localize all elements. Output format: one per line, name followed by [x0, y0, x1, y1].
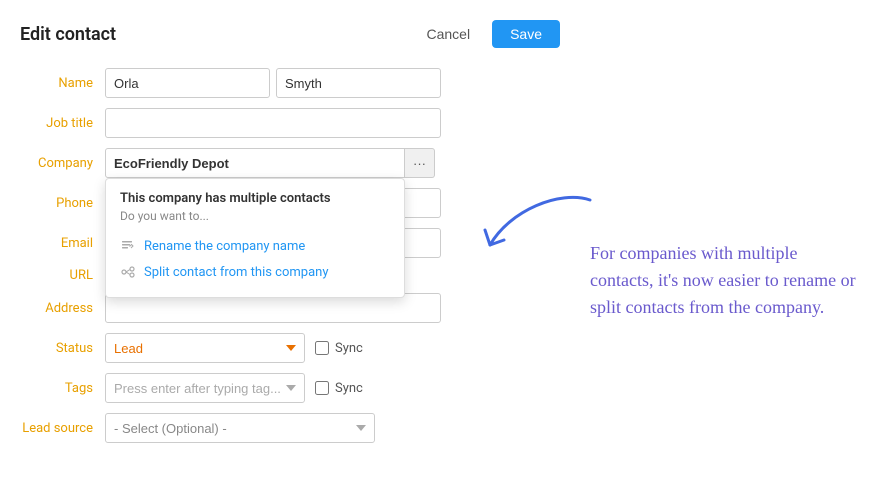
company-label: Company [20, 156, 105, 171]
job-title-input[interactable] [105, 108, 441, 138]
split-icon [120, 264, 136, 280]
annotation-section: For companies with multiple contacts, it… [560, 20, 860, 480]
save-button[interactable]: Save [492, 20, 560, 48]
status-select[interactable]: Lead Customer Prospect [105, 333, 305, 363]
email-label: Email [20, 236, 105, 251]
company-row: Company ··· This company has multiple co… [20, 148, 560, 178]
url-label: URL [20, 268, 105, 283]
tags-label: Tags [20, 381, 105, 396]
company-wrapper: ··· [105, 148, 435, 178]
status-sync-checkbox[interactable] [315, 341, 329, 355]
rename-option-label: Rename the company name [144, 239, 305, 254]
tags-row: Tags Press enter after typing tag... Syn… [20, 373, 560, 403]
split-option[interactable]: Split contact from this company [120, 259, 390, 285]
phone-label: Phone [20, 196, 105, 211]
status-row: Status Lead Customer Prospect Sync [20, 333, 560, 363]
rename-option[interactable]: Rename the company name [120, 233, 390, 259]
rename-icon [120, 238, 136, 254]
company-options-button[interactable]: ··· [405, 148, 435, 178]
lead-source-label: Lead source [20, 421, 105, 436]
address-label: Address [20, 301, 105, 316]
company-input[interactable] [105, 148, 405, 178]
job-title-row: Job title [20, 108, 560, 138]
name-row: Name [20, 68, 560, 98]
popup-subtitle: Do you want to... [120, 209, 390, 223]
company-popup: This company has multiple contacts Do yo… [105, 178, 405, 298]
name-label: Name [20, 76, 105, 91]
arrow-icon [480, 180, 610, 260]
popup-title: This company has multiple contacts [120, 191, 390, 206]
tags-select[interactable]: Press enter after typing tag... [105, 373, 305, 403]
form-header: Edit contact Cancel Save [20, 20, 560, 48]
lead-source-row: Lead source - Select (Optional) - Websit… [20, 413, 560, 443]
tags-sync-label: Sync [335, 381, 363, 396]
cancel-button[interactable]: Cancel [414, 20, 482, 48]
status-sync-label: Sync [335, 341, 363, 356]
job-title-label: Job title [20, 116, 105, 131]
status-sync-area: Sync [315, 341, 363, 356]
annotation-text: For companies with multiple contacts, it… [590, 240, 860, 321]
split-option-label: Split contact from this company [144, 265, 329, 280]
page-title: Edit contact [20, 24, 116, 45]
status-label: Status [20, 341, 105, 356]
first-name-input[interactable] [105, 68, 270, 98]
tags-sync-area: Sync [315, 381, 363, 396]
last-name-input[interactable] [276, 68, 441, 98]
lead-source-select[interactable]: - Select (Optional) - Website Referral S… [105, 413, 375, 443]
tags-sync-checkbox[interactable] [315, 381, 329, 395]
header-actions: Cancel Save [414, 20, 560, 48]
